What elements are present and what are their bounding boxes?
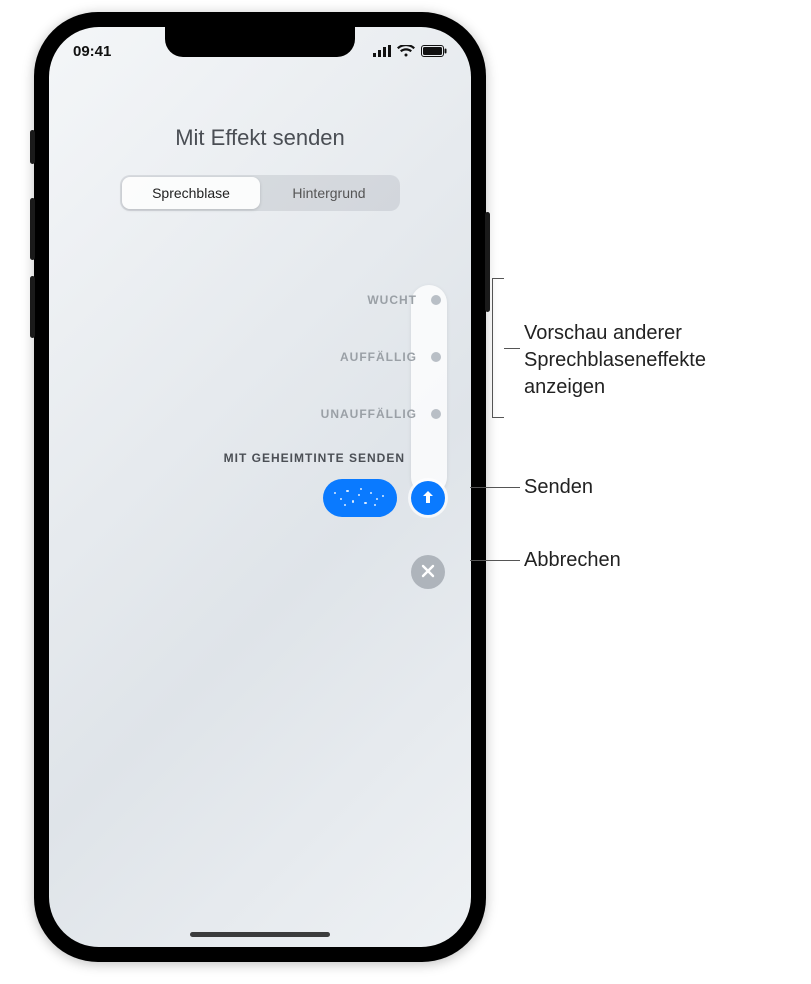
status-time: 09:41 [73, 43, 111, 60]
effect-label: MIT GEHEIMTINTE SENDEN [224, 451, 405, 465]
effect-label: AUFFÄLLIG [340, 350, 417, 364]
segmented-control[interactable]: Sprechblase Hintergrund [120, 175, 400, 211]
tab-bubble[interactable]: Sprechblase [122, 177, 260, 209]
close-icon [421, 564, 435, 581]
tab-background[interactable]: Hintergrund [260, 177, 398, 209]
cancel-button[interactable] [411, 555, 445, 589]
effect-dot-icon [431, 409, 441, 419]
effect-track [411, 285, 447, 495]
volume-up-button [30, 198, 35, 260]
side-button [485, 212, 490, 312]
wifi-icon [397, 45, 415, 57]
callout-lead-line [504, 348, 520, 349]
callout-lead-line [470, 560, 520, 561]
effect-row-loud[interactable]: AUFFÄLLIG [340, 350, 441, 364]
effect-row-invisible-ink[interactable]: MIT GEHEIMTINTE SENDEN [224, 451, 405, 465]
volume-down-button [30, 276, 35, 338]
effect-row-slam[interactable]: WUCHT [367, 293, 441, 307]
notch [165, 27, 355, 57]
effect-label: UNAUFFÄLLIG [321, 407, 417, 421]
home-indicator [190, 932, 330, 937]
page-header: Mit Effekt senden [49, 125, 471, 151]
mute-switch [30, 130, 35, 164]
effect-row-gentle[interactable]: UNAUFFÄLLIG [321, 407, 441, 421]
callout-cancel: Abbrechen [524, 547, 621, 574]
send-button[interactable] [411, 481, 445, 515]
iphone-frame: 09:41 Mit Effekt senden Sprechblase Hint… [34, 12, 486, 962]
invisible-ink-sparkles [330, 486, 390, 510]
callout-lead-line [470, 487, 520, 488]
callout-send: Senden [524, 474, 593, 501]
effect-dot-icon [431, 352, 441, 362]
page-title: Mit Effekt senden [49, 125, 471, 151]
effect-dot-icon [431, 295, 441, 305]
effect-label: WUCHT [367, 293, 417, 307]
message-bubble-preview [323, 479, 397, 517]
arrow-up-icon [419, 488, 437, 509]
cellular-icon [373, 45, 391, 57]
callout-bracket [492, 278, 504, 418]
callout-preview: Vorschau anderer Sprechblaseneffekte anz… [524, 320, 706, 401]
battery-icon [421, 45, 447, 57]
screen: 09:41 Mit Effekt senden Sprechblase Hint… [49, 27, 471, 947]
